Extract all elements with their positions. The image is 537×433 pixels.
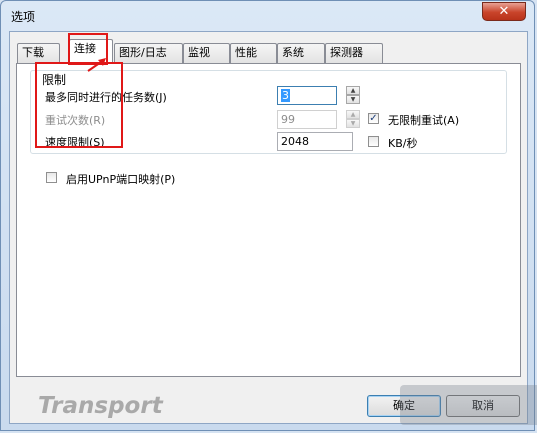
upnp-checkbox[interactable] [46,172,57,183]
spin-down-icon[interactable]: ▼ [346,95,360,104]
transport-watermark: Transport [38,393,163,419]
tab-system[interactable]: 系统 [277,43,325,63]
retry-count-input[interactable]: 99 [277,110,337,129]
limits-highlight-annotation [35,62,123,148]
spin-up-icon[interactable]: ▲ [346,86,360,95]
window-title: 选项 [11,10,36,24]
close-button[interactable]: ✕ [482,2,526,21]
kbps-checkbox[interactable] [368,136,379,147]
upnp-label: 启用UPnP端口映射(P) [66,173,176,186]
unlimited-retry-label: 无限制重试(A) [388,114,460,127]
max-tasks-spinner[interactable]: ▲ ▼ [346,86,360,105]
tab-detector[interactable]: 探测器 [325,43,383,63]
tab-graphics-log[interactable]: 图形/日志 [114,43,183,63]
title-bar[interactable]: 选项 ✕ [1,1,534,31]
dialog-client-area: 下载 连接 图形/日志 监视 性能 系统 探测器 限制 最多同时进行的任务数(J… [9,31,537,425]
speed-limit-input[interactable]: 2048 [277,132,353,151]
max-tasks-input[interactable]: 3 [277,86,337,105]
annotation-arrow-icon [87,58,106,72]
spin-down-icon[interactable]: ▼ [346,119,360,128]
options-dialog: 选项 ✕ 下载 连接 图形/日志 监视 性能 系统 探测器 限制 最多同时进行的… [0,0,537,431]
site-logo-overlay [400,385,537,425]
unlimited-retry-checkbox[interactable]: ✓ [368,113,379,124]
kbps-label: KB/秒 [388,137,418,150]
tab-monitor[interactable]: 监视 [183,43,230,63]
check-icon: ✓ [369,113,378,124]
close-icon: ✕ [498,4,510,19]
spin-up-icon[interactable]: ▲ [346,110,360,119]
tab-download[interactable]: 下载 [17,43,60,63]
tab-performance[interactable]: 性能 [230,43,277,63]
retry-count-spinner[interactable]: ▲ ▼ [346,110,360,129]
